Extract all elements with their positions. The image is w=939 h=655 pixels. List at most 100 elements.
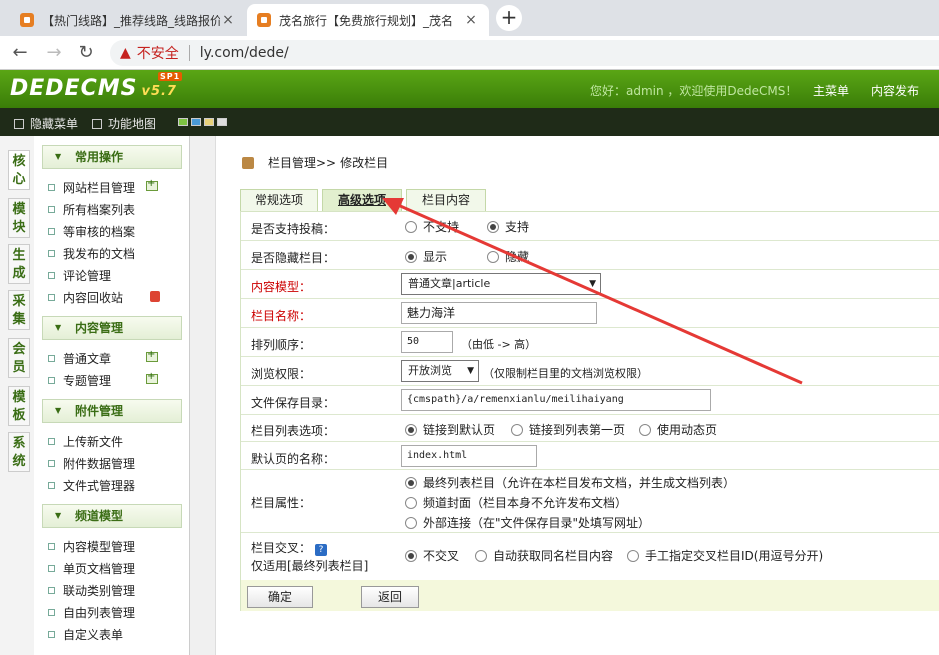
tab-general[interactable]: 常规选项: [240, 189, 318, 211]
field-label: 内容模型：: [251, 280, 312, 294]
menu-item[interactable]: 上传新文件: [48, 433, 123, 450]
save-dir-input[interactable]: {cmspath}/a/remenxianlu/meilihaiyang: [401, 389, 711, 411]
menu-section-attachment[interactable]: 附件管理: [42, 399, 182, 423]
tab-title: 【热门线路】_推荐线路_线路报价: [42, 13, 220, 28]
vtab-core[interactable]: 核心: [8, 150, 30, 190]
radio-manual-cross[interactable]: 手工指定交叉栏目ID(用逗号分开): [627, 547, 823, 564]
toolbar: 隐藏菜单 功能地图: [0, 108, 939, 136]
menu-item[interactable]: 评论管理: [48, 267, 111, 284]
menu-item[interactable]: 联动类别管理: [48, 582, 135, 599]
skin-yellow-button[interactable]: [204, 118, 214, 126]
close-icon[interactable]: ×: [220, 12, 236, 28]
hide-menu-button[interactable]: 隐藏菜单: [14, 115, 78, 132]
divider: [188, 45, 190, 61]
radio-disallow-post[interactable]: 不支持: [405, 218, 459, 235]
vtab-module[interactable]: 模块: [8, 198, 30, 238]
form-row: 是否支持投稿： 不支持 支持: [241, 212, 939, 241]
radio-external-link[interactable]: 外部连接（在"文件保存目录"处填写网址）: [405, 514, 650, 531]
radio-dynamic-page[interactable]: 使用动态页: [639, 421, 717, 438]
tab-content[interactable]: 栏目内容: [406, 189, 486, 211]
function-map-button[interactable]: 功能地图: [92, 115, 156, 132]
menu-item[interactable]: 内容模型管理: [48, 538, 135, 555]
back-arrow-icon[interactable]: ←: [8, 41, 32, 65]
field-label: 栏目属性：: [251, 496, 312, 510]
warning-icon: ▲: [120, 45, 131, 61]
help-icon[interactable]: ?: [315, 544, 328, 556]
browser-tab-travel-plan[interactable]: 茂名旅行【免费旅行规划】_茂名 ×: [247, 4, 489, 36]
menu-item[interactable]: 等审核的档案: [48, 223, 135, 240]
menu-item[interactable]: 我发布的文档: [48, 245, 135, 262]
menu-item[interactable]: 自由列表管理: [48, 604, 135, 621]
menu-section-content[interactable]: 内容管理: [42, 316, 182, 340]
back-button[interactable]: 返回: [361, 586, 419, 608]
radio-no-cross[interactable]: 不交叉: [405, 547, 459, 564]
add-icon[interactable]: [146, 178, 158, 191]
default-page-input[interactable]: index.html: [401, 445, 537, 467]
close-icon[interactable]: ×: [463, 12, 479, 28]
menu-item[interactable]: 附件数据管理: [48, 455, 135, 472]
radio-show[interactable]: 显示: [405, 248, 447, 265]
add-icon[interactable]: [146, 371, 158, 384]
menu-item[interactable]: 网站栏目管理: [48, 179, 135, 196]
skin-blue-button[interactable]: [191, 118, 201, 126]
browser-tab-hot-routes[interactable]: 【热门线路】_推荐线路_线路报价 ×: [10, 4, 246, 36]
vtab-system[interactable]: 系统: [8, 432, 30, 472]
menu-item[interactable]: 文件式管理器: [48, 477, 135, 494]
form-row: 默认页的名称： index.html: [241, 442, 939, 470]
access-select[interactable]: 开放浏览 ▼: [401, 360, 479, 382]
breadcrumb: 栏目管理>> 修改栏目: [242, 154, 388, 171]
menu-item[interactable]: 内容回收站: [48, 289, 123, 306]
tab-advanced[interactable]: 高级选项: [322, 189, 402, 211]
field-label: 文件保存目录：: [251, 396, 336, 410]
radio-allow-post[interactable]: 支持: [487, 218, 529, 235]
confirm-button[interactable]: 确定: [247, 586, 313, 608]
field-label: 栏目列表选项：: [251, 424, 336, 438]
clear-recycle-icon[interactable]: [150, 291, 160, 302]
menu-item[interactable]: 普通文章: [48, 350, 111, 367]
vtab-generate[interactable]: 生成: [8, 244, 30, 284]
form-actions: 确定 返回: [241, 580, 939, 611]
menu-section-common[interactable]: 常用操作: [42, 145, 182, 169]
vtab-member[interactable]: 会员: [8, 338, 30, 378]
field-label: 是否隐藏栏目：: [251, 251, 336, 265]
menu-item[interactable]: 所有档案列表: [48, 201, 135, 218]
form-row: 栏目交叉：? 仅适用[最终列表栏目] 不交叉 自动获取同名栏目内容 手工指定交叉…: [241, 533, 939, 580]
nav-main-menu[interactable]: 主菜单: [813, 82, 849, 99]
category-name-input[interactable]: 魅力海洋: [401, 302, 597, 324]
nav-content-publish[interactable]: 内容发布: [871, 82, 919, 99]
sort-order-input[interactable]: 50: [401, 331, 453, 353]
tab-title: 茂名旅行【免费旅行规划】_茂名: [279, 13, 454, 28]
vtab-template[interactable]: 模板: [8, 386, 30, 426]
url-input[interactable]: ▲ 不安全 ly.com/dede/: [110, 40, 939, 66]
field-label: 浏览权限：: [251, 367, 312, 381]
order-note: （由低 -> 高）: [461, 338, 537, 351]
url-text: ly.com/dede/: [199, 45, 289, 61]
menu-item[interactable]: 单页文档管理: [48, 560, 135, 577]
menu-section-channel-model[interactable]: 频道模型: [42, 504, 182, 528]
skin-green-button[interactable]: [178, 118, 188, 126]
category-form: 是否支持投稿： 不支持 支持 是否隐藏栏目： 显示 隐藏 内容模型： 普通文章|…: [240, 211, 939, 611]
new-tab-button[interactable]: +: [496, 5, 522, 31]
security-status[interactable]: 不安全: [137, 43, 179, 63]
radio-link-first-page[interactable]: 链接到列表第一页: [511, 421, 625, 438]
skin-gray-button[interactable]: [217, 118, 227, 126]
radio-channel-cover[interactable]: 频道封面（栏目本身不允许发布文档）: [405, 494, 627, 511]
menu-item[interactable]: 自定义表单: [48, 626, 123, 643]
content-model-select[interactable]: 普通文章|article ▼: [401, 273, 601, 295]
radio-link-default[interactable]: 链接到默认页: [405, 421, 495, 438]
vtab-collect[interactable]: 采集: [8, 290, 30, 330]
form-row: 浏览权限： 开放浏览 ▼ （仅限制栏目里的文档浏览权限）: [241, 357, 939, 386]
reload-icon[interactable]: ↻: [74, 41, 98, 65]
radio-hide[interactable]: 隐藏: [487, 248, 529, 265]
grid-icon: [92, 118, 102, 129]
module-tabs: 核心 模块 生成 采集 会员 模板 系统: [0, 136, 34, 655]
radio-auto-cross[interactable]: 自动获取同名栏目内容: [475, 547, 613, 564]
add-icon[interactable]: [146, 349, 158, 362]
menu-splitter[interactable]: [190, 136, 216, 655]
breadcrumb-current: 修改栏目: [340, 156, 389, 170]
breadcrumb-parent[interactable]: 栏目管理>>: [268, 154, 336, 171]
radio-final-list[interactable]: 最终列表栏目（允许在本栏目发布文档，并生成文档列表）: [405, 474, 735, 491]
menu-item[interactable]: 专题管理: [48, 372, 111, 389]
menu-icon: [14, 118, 24, 129]
forward-arrow-icon[interactable]: →: [42, 41, 66, 65]
